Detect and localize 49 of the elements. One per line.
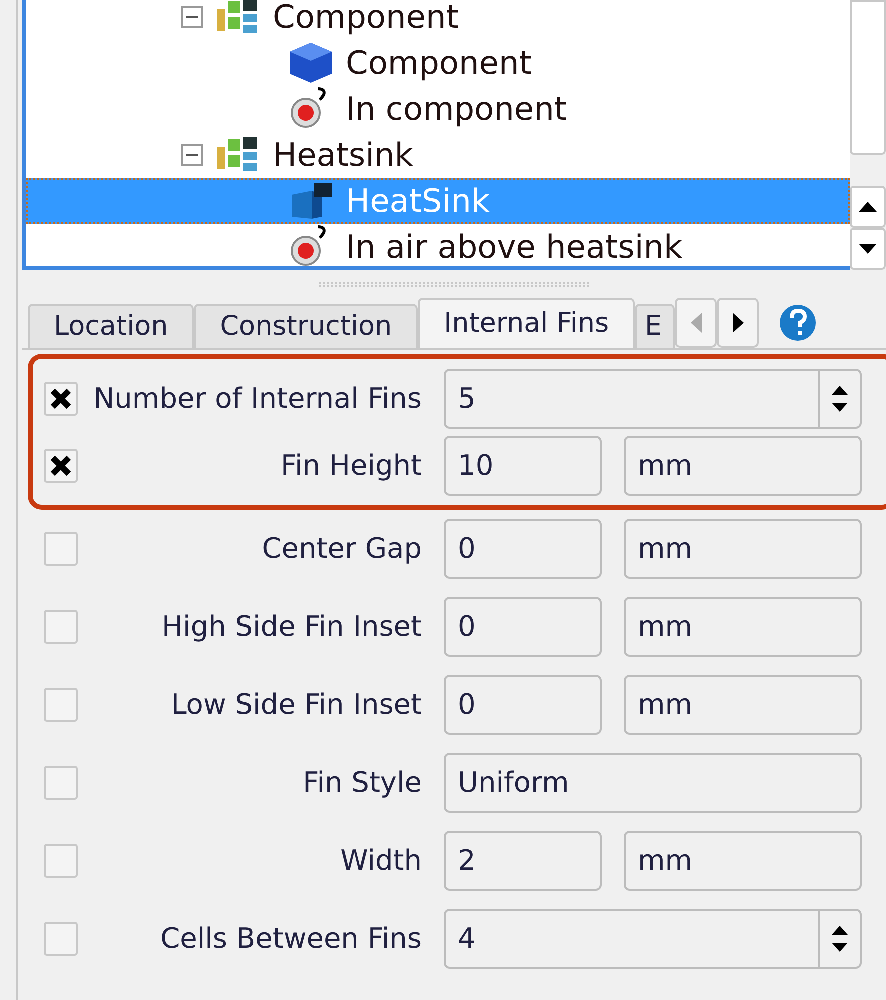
unit-field[interactable]: mm [624,436,862,496]
number-spinner[interactable]: 5 [444,368,862,428]
cross-icon [49,454,73,478]
checkbox[interactable] [44,844,78,878]
field-label: Low Side Fin Inset [170,687,422,723]
cross-icon [49,386,73,410]
tree-item[interactable]: Heatsink [26,132,850,178]
tab[interactable]: Construction [194,304,418,348]
tree-item[interactable]: Component [26,0,850,40]
value-field[interactable]: 2 [444,831,602,891]
collapse-toggle[interactable] [181,6,203,28]
value-field[interactable]: 0 [444,675,602,735]
cube-icon [288,41,334,85]
unit-field[interactable]: mm [624,831,862,891]
tree-item[interactable]: In air above heatsink [26,224,850,266]
field-label: Width [340,843,422,879]
tab[interactable]: Internal Fins [418,298,636,348]
field-label: Cells Between Fins [160,921,422,957]
value-field[interactable]: Uniform [444,753,862,813]
field-label: Fin Height [280,448,422,484]
checkbox[interactable] [44,532,78,566]
scroll-down-button[interactable] [850,228,886,270]
checkbox[interactable] [44,766,78,800]
tab[interactable]: E [635,304,676,348]
scroll-up-button[interactable] [850,186,886,228]
tree-item[interactable]: In component [26,86,850,132]
checkbox[interactable] [44,922,78,956]
field-label: Number of Internal Fins [92,380,422,416]
help-icon[interactable] [779,304,818,342]
scrollbar[interactable] [850,0,886,270]
unit-field[interactable]: mm [624,597,862,657]
tab[interactable]: Location [28,304,194,348]
checkbox[interactable] [44,610,78,644]
tree-item[interactable]: Component [26,40,850,86]
unit-field[interactable]: mm [624,675,862,735]
field-label: Fin Style [302,765,422,801]
checkbox[interactable] [44,688,78,722]
number-spinner[interactable]: 4 [444,909,862,969]
splitter-handle[interactable] [319,282,589,286]
tab-scroll-right-button[interactable] [717,298,760,348]
value-field[interactable]: 0 [444,597,602,657]
value-field[interactable]: 10 [444,436,602,496]
unit-field[interactable]: mm [624,519,862,579]
checkbox[interactable] [44,448,78,482]
field-label: Center Gap [261,531,422,567]
collapse-toggle[interactable] [181,144,203,166]
field-label: High Side Fin Inset [161,609,422,645]
value-field[interactable]: 0 [444,519,602,579]
checkbox[interactable] [44,382,78,416]
